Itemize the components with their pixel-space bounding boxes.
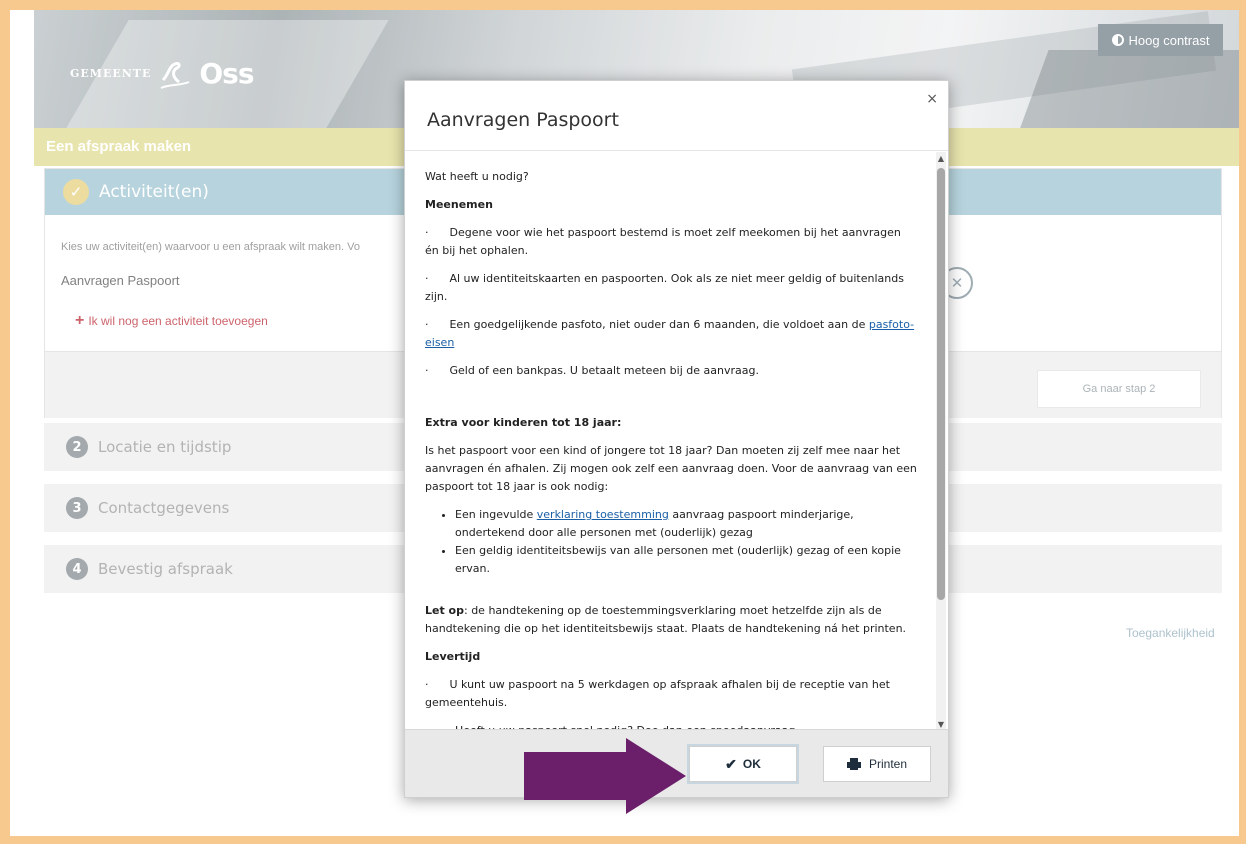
levertijd-text: · U kunt uw paspoort na 5 werkdagen op a… [425,678,890,709]
printer-icon [846,758,861,770]
kinderen-list: Een ingevulde verklaring toestemming aan… [455,506,918,578]
dialog-title: Aanvragen Paspoort [427,109,619,131]
list-item: Een geldig identiteitsbewijs van alle pe… [455,542,918,578]
checkmark-icon: ✔ [725,755,737,772]
levertijd-heading: Levertijd [425,650,481,663]
meenemen-item: · Een goedgelijkende pasfoto, niet ouder… [425,318,915,349]
letop-text: Let op: de handtekening op de toestemmin… [425,604,907,635]
question-text: Wat heeft u nodig? [425,170,529,183]
ok-button[interactable]: ✔ OK [689,746,797,782]
meenemen-item: · Geld of een bankpas. U betaalt meteen … [425,364,759,377]
print-button[interactable]: Printen [823,746,931,782]
kinderen-text: Is het paspoort voor een kind of jongere… [425,444,917,493]
meenemen-item: · Al uw identiteitskaarten en paspoorten… [425,272,904,303]
list-item: Een ingevulde verklaring toestemming aan… [455,506,918,542]
scrollbar-thumb[interactable] [937,168,945,600]
dialog-header: Aanvragen Paspoort × [405,81,948,151]
kinderen-heading: Extra voor kinderen tot 18 jaar: [425,416,622,429]
ok-label: OK [742,757,761,771]
dialog-scrollbar[interactable]: ▲ ▼ [936,152,946,730]
passport-info-dialog: Aanvragen Paspoort × Wat heeft u nodig? … [404,80,949,798]
verklaring-toestemming-link[interactable]: verklaring toestemming [537,508,669,521]
scroll-up-icon[interactable]: ▲ [936,152,946,164]
print-label: Printen [868,757,908,771]
close-icon[interactable]: × [926,91,938,107]
pointer-arrow-annotation [524,738,686,814]
dialog-body[interactable]: Wat heeft u nodig? Meenemen · Degene voo… [405,152,948,730]
meenemen-heading: Meenemen [425,198,493,211]
meenemen-item: · Degene voor wie het paspoort bestemd i… [425,226,901,257]
